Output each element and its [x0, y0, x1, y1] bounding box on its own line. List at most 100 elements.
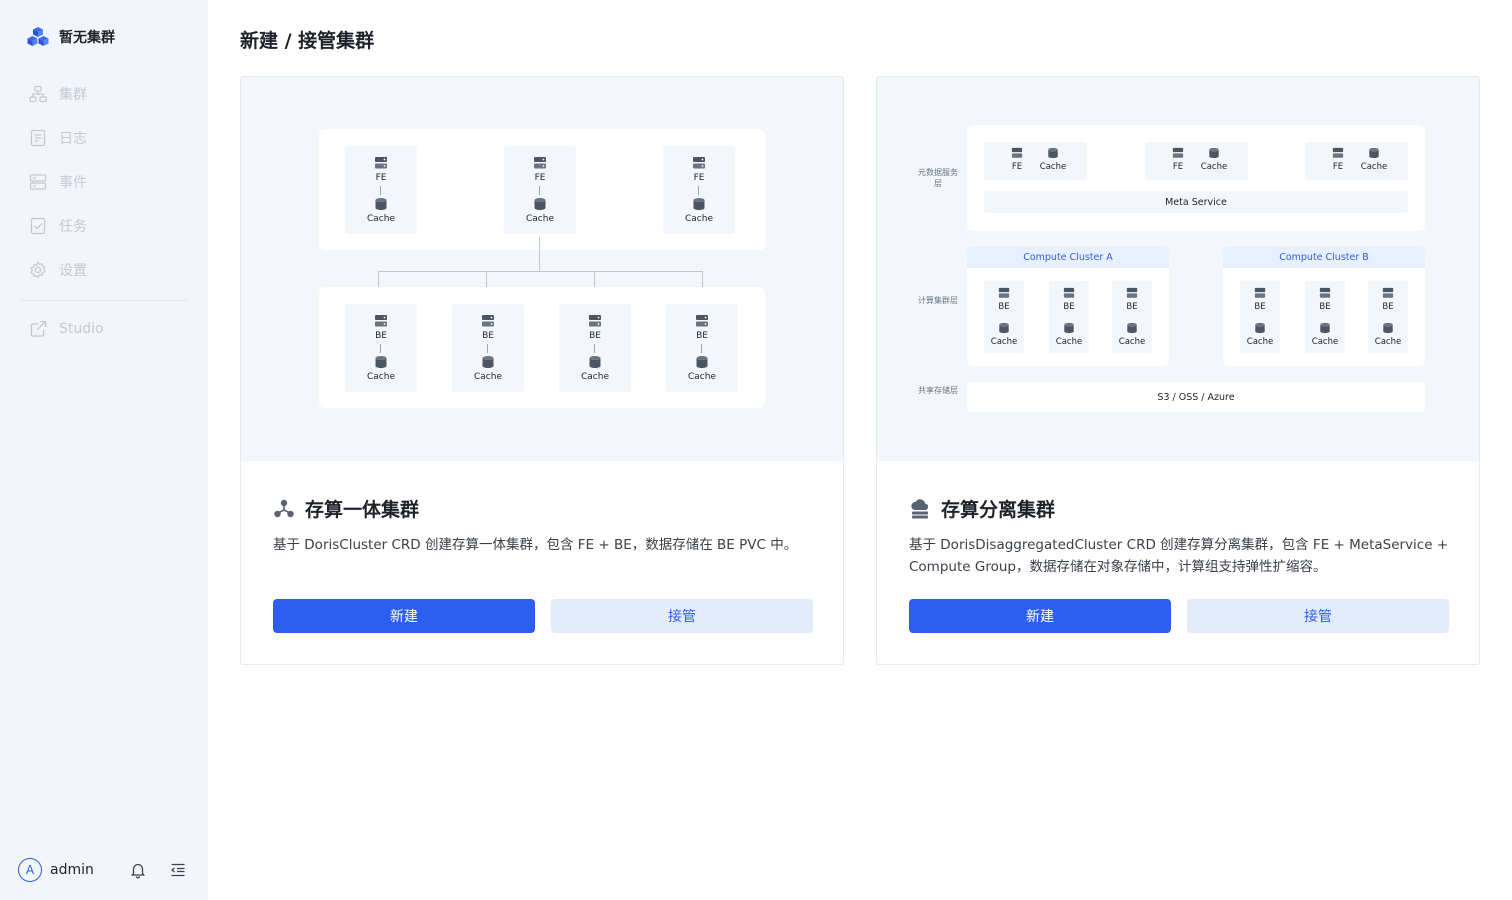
- nav-divider: [20, 300, 188, 301]
- cluster-cubes-logo-icon: [27, 27, 49, 46]
- server-icon: [1172, 147, 1184, 158]
- fe-node: FE Cache: [1305, 142, 1408, 180]
- node-role: FE: [534, 173, 546, 183]
- takeover-integrated-button[interactable]: 接管: [551, 599, 813, 633]
- cluster-nodes-icon: [274, 499, 294, 517]
- sidebar-nav: 集群 日志 事件 任务 设置 Studio: [20, 72, 188, 351]
- sidebar-item-label: 日志: [59, 131, 87, 147]
- cache-pair: Cache: [1308, 322, 1342, 347]
- server-icon: [1254, 287, 1266, 298]
- avatar: A: [18, 858, 42, 882]
- disaggregated-architecture-diagram: 元数据服务层 计算集群层 共享存储层 FE Cache FE Cache FE …: [877, 77, 1479, 461]
- cache-pair: Cache: [1036, 147, 1070, 172]
- be-pair: BE: [1115, 287, 1149, 312]
- card-title: 存算一体集群: [305, 499, 420, 521]
- card-title-row: 存算一体集群: [273, 495, 811, 522]
- database-cache-icon: [375, 356, 387, 368]
- node-role: FE: [1172, 162, 1184, 172]
- sidebar-item-label: 任务: [59, 219, 87, 235]
- server-icon: [693, 157, 705, 169]
- compute-cluster-b: Compute Cluster B BE Cache BE Cache BE C…: [1223, 246, 1425, 366]
- card-title-row: 存算分离集群: [909, 495, 1447, 522]
- node-role: BE: [1063, 302, 1075, 312]
- collapse-menu-icon: [170, 863, 185, 877]
- layer-label-meta: 元数据服务层: [918, 168, 958, 188]
- node-role: BE: [589, 331, 601, 341]
- server-icon: [1126, 287, 1138, 298]
- meta-service-bar: Meta Service: [984, 191, 1408, 213]
- be-node: BE Cache: [984, 281, 1024, 353]
- be-node: BE Cache: [1368, 281, 1408, 353]
- meta-layer-panel: FE Cache FE Cache FE Cache Meta Service: [967, 125, 1425, 231]
- cache-pair: Cache: [1052, 322, 1086, 347]
- fe-pair: FE: [1000, 147, 1034, 172]
- server-icon: [1063, 287, 1075, 298]
- node-role: FE: [1011, 162, 1023, 172]
- layer-label-compute: 计算集群层: [918, 296, 958, 305]
- node-cache: Cache: [526, 214, 554, 224]
- takeover-disaggregated-button[interactable]: 接管: [1187, 599, 1449, 633]
- compute-cluster-a: Compute Cluster A BE Cache BE Cache BE C…: [967, 246, 1169, 366]
- fe-node: FE Cache: [663, 146, 735, 234]
- be-node: BE Cache: [1049, 281, 1089, 353]
- fe-panel: FE Cache FE Cache FE Cache: [319, 129, 765, 250]
- node-cache: Cache: [474, 372, 502, 382]
- node-cache: Cache: [1311, 337, 1339, 347]
- database-cache-icon: [589, 356, 601, 368]
- sidebar-item-cluster[interactable]: 集群: [20, 72, 188, 116]
- be-pair: BE: [987, 287, 1021, 312]
- sidebar-item-logs[interactable]: 日志: [20, 116, 188, 160]
- be-pair: BE: [1243, 287, 1277, 312]
- sidebar-item-events[interactable]: 事件: [20, 160, 188, 204]
- server-icon: [696, 315, 708, 327]
- page-title: 新建 / 接管集群: [240, 30, 375, 52]
- card-title: 存算分离集群: [941, 499, 1056, 521]
- card-body: 存算一体集群 基于 DorisCluster CRD 创建存算一体集群，包含 F…: [273, 495, 811, 556]
- events-server-icon: [29, 174, 47, 190]
- cache-pair: Cache: [1197, 147, 1231, 172]
- be-pair: BE: [1371, 287, 1405, 312]
- be-node: BE Cache: [666, 304, 738, 392]
- fe-pair: FE: [1161, 147, 1195, 172]
- cache-pair: Cache: [1357, 147, 1391, 172]
- node-role: FE: [375, 173, 387, 183]
- sidebar-item-settings[interactable]: 设置: [20, 248, 188, 292]
- database-cache-icon: [375, 198, 387, 210]
- node-role: BE: [1319, 302, 1331, 312]
- fe-node: FE Cache: [504, 146, 576, 234]
- notification-button[interactable]: [128, 860, 148, 880]
- shared-storage-bar: S3 / OSS / Azure: [967, 382, 1425, 412]
- database-cache-icon: [1048, 147, 1058, 159]
- sidebar-item-tasks[interactable]: 任务: [20, 204, 188, 248]
- user-profile[interactable]: A admin: [18, 858, 94, 882]
- server-icon: [1011, 147, 1023, 158]
- node-cache: Cache: [1200, 162, 1228, 172]
- brand-title: 暂无集群: [59, 30, 115, 46]
- sidebar-item-studio[interactable]: Studio: [20, 307, 188, 351]
- be-pair: BE: [1308, 287, 1342, 312]
- fe-node: FE Cache: [345, 146, 417, 234]
- cache-pair: Cache: [1243, 322, 1277, 347]
- node-cache: Cache: [1118, 337, 1146, 347]
- create-integrated-button[interactable]: 新建: [273, 599, 535, 633]
- node-cache: Cache: [1360, 162, 1388, 172]
- fe-node: FE Cache: [1145, 142, 1248, 180]
- sidebar-item-label: 集群: [59, 87, 87, 103]
- database-cache-icon: [1209, 147, 1219, 159]
- brand[interactable]: 暂无集群: [26, 26, 115, 48]
- be-pair: BE: [1052, 287, 1086, 312]
- integrated-architecture-diagram: FE Cache FE Cache FE Cache BE Cache BE C…: [241, 77, 843, 461]
- node-role: BE: [1254, 302, 1266, 312]
- database-cache-icon: [1320, 322, 1330, 334]
- database-cache-icon: [999, 322, 1009, 334]
- database-cache-icon: [534, 198, 546, 210]
- create-disaggregated-button[interactable]: 新建: [909, 599, 1171, 633]
- sidebar-item-label: Studio: [59, 321, 104, 337]
- collapse-sidebar-button[interactable]: [168, 860, 188, 880]
- node-cache: Cache: [367, 372, 395, 382]
- database-cache-icon: [482, 356, 494, 368]
- fe-pair: FE: [1321, 147, 1355, 172]
- be-node: BE Cache: [1112, 281, 1152, 353]
- cache-pair: Cache: [1371, 322, 1405, 347]
- database-cache-icon: [693, 198, 705, 210]
